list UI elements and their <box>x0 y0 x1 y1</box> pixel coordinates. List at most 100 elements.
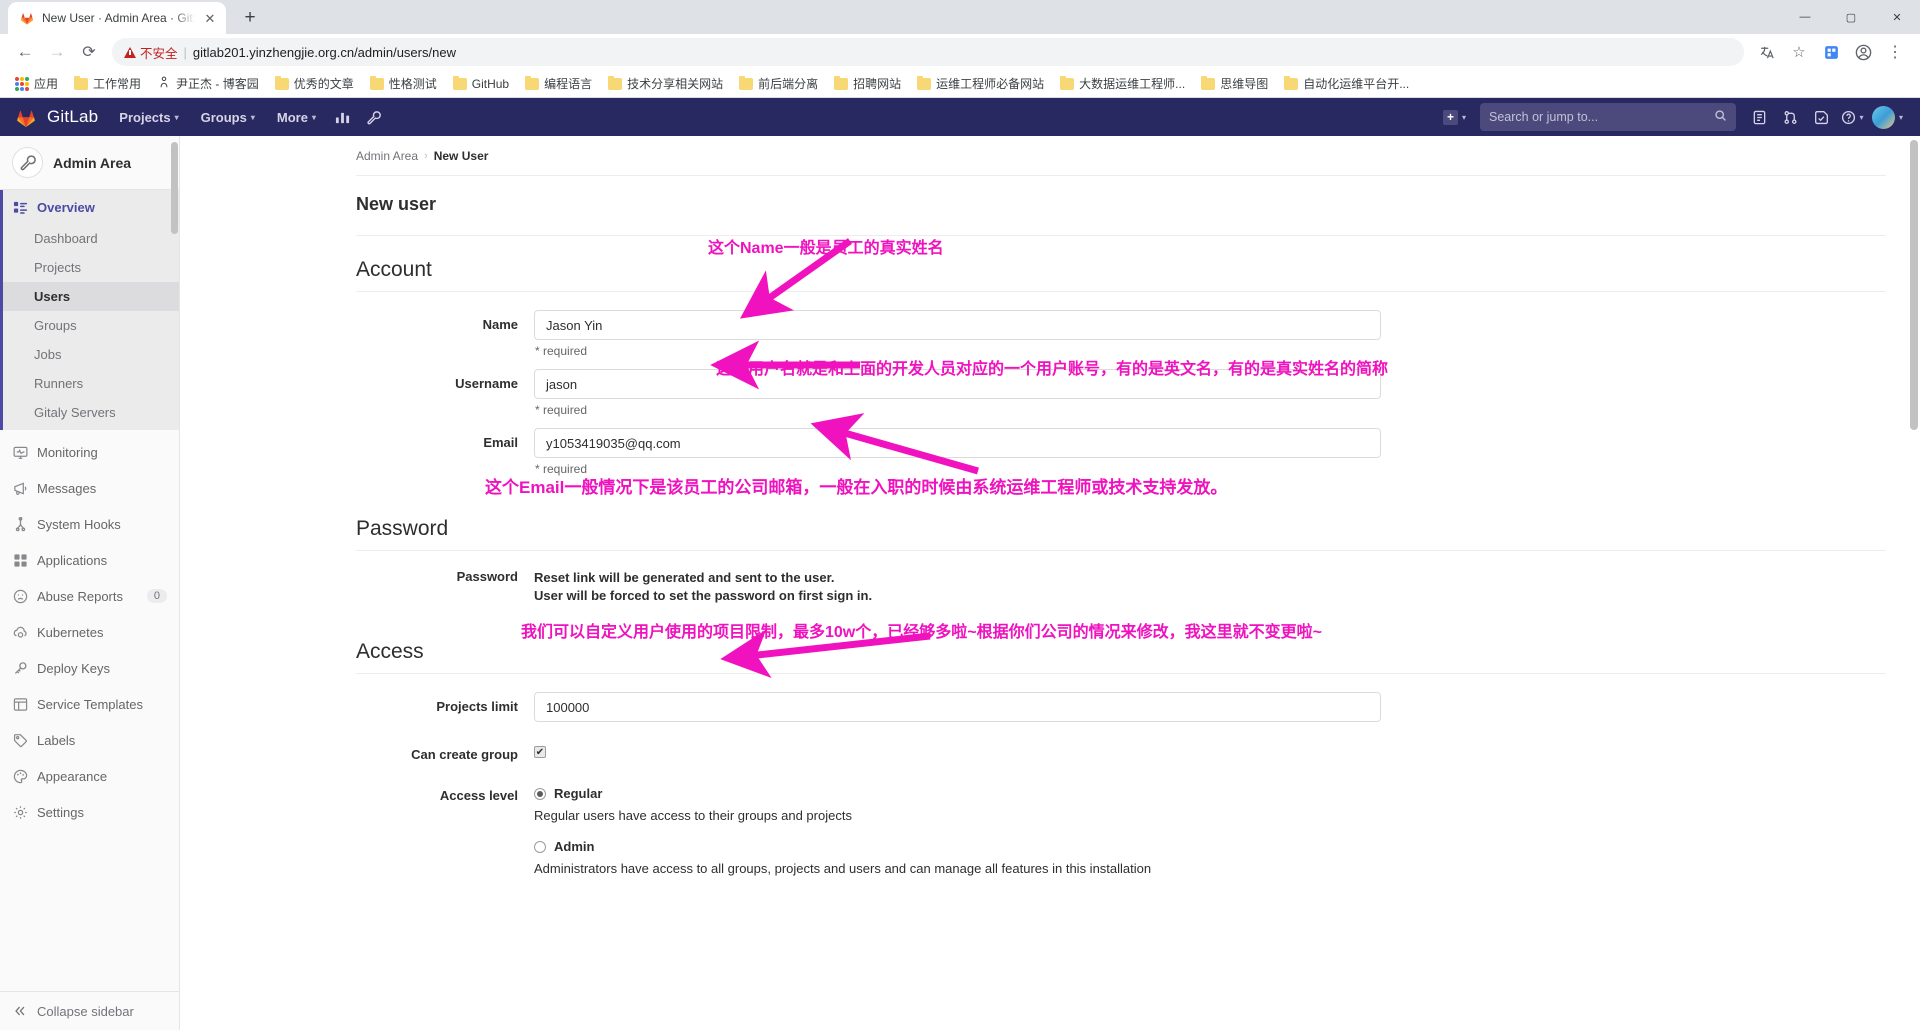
address-bar[interactable]: 不安全 | gitlab201.yinzhengjie.org.cn/admin… <box>112 38 1744 66</box>
collapse-sidebar-button[interactable]: Collapse sidebar <box>0 991 179 1030</box>
email-input[interactable]: y1053419035@qq.com <box>534 428 1381 458</box>
chevron-double-left-icon <box>12 1003 28 1019</box>
radio-admin-icon[interactable] <box>534 840 546 853</box>
close-icon[interactable]: ✕ <box>202 10 218 26</box>
sidebar-item-runners[interactable]: Runners <box>3 369 179 398</box>
sidebar-item-abuse-reports-label: Abuse Reports <box>37 588 123 604</box>
bookmark-item[interactable]: 大数据运维工程师... <box>1053 72 1192 95</box>
access-level-option-admin[interactable]: Admin <box>534 837 1381 854</box>
email-required-hint: * required <box>535 462 588 476</box>
nav-projects[interactable]: Projects ▾ <box>108 98 189 136</box>
chevron-down-icon: ▾ <box>1859 112 1864 122</box>
wrench-icon[interactable] <box>358 98 389 136</box>
sidebar-item-messages[interactable]: Messages <box>0 470 179 506</box>
field-row-password: Password Reset link will be generated an… <box>356 569 1886 604</box>
username-field-wrap: jason * required <box>534 369 1381 417</box>
apps-grid-icon <box>15 76 29 91</box>
radio-regular-icon[interactable] <box>534 787 546 800</box>
minimize-icon[interactable]: — <box>1782 0 1828 34</box>
sidebar-item-settings[interactable]: Settings <box>0 794 179 830</box>
gear-icon <box>12 804 28 820</box>
bookmark-label: 前后端分离 <box>758 77 819 91</box>
sidebar-item-dashboard[interactable]: Dashboard <box>3 224 179 253</box>
sidebar-item-groups[interactable]: Groups <box>3 311 179 340</box>
bookmark-label: 自动化运维平台开... <box>1303 77 1410 91</box>
bookmark-item[interactable]: 优秀的文章 <box>268 72 361 95</box>
forward-icon[interactable]: → <box>42 37 72 67</box>
bookmark-item[interactable]: 工作常用 <box>67 72 148 95</box>
maximize-icon[interactable]: ▢ <box>1828 0 1874 34</box>
sidebar-item-overview-label: Overview <box>37 199 95 215</box>
security-status[interactable]: 不安全 <box>124 43 178 62</box>
sidebar-header[interactable]: Admin Area <box>0 136 179 190</box>
issues-icon[interactable] <box>1744 98 1775 136</box>
bookmark-item[interactable]: 技术分享相关网站 <box>601 72 730 95</box>
sidebar-item-gitaly-servers[interactable]: Gitaly Servers <box>3 398 179 430</box>
nav-more[interactable]: More ▾ <box>266 98 327 136</box>
sidebar-item-service-templates[interactable]: Service Templates <box>0 686 179 722</box>
sidebar-item-appearance[interactable]: Appearance <box>0 758 179 794</box>
sidebar-item-system-hooks[interactable]: System Hooks <box>0 506 179 542</box>
bookmark-item[interactable]: 性格测试 <box>363 72 444 95</box>
sidebar-scrollbar[interactable] <box>171 142 178 234</box>
reload-icon[interactable]: ⟳ <box>74 37 104 67</box>
sidebar-item-kubernetes[interactable]: Kubernetes <box>0 614 179 650</box>
username-label: Username <box>455 376 518 391</box>
profile-icon[interactable] <box>1848 37 1878 67</box>
page-title: New user <box>356 176 1886 236</box>
nav-projects-label: Projects <box>119 109 171 125</box>
sidebar-item-jobs[interactable]: Jobs <box>3 340 179 369</box>
sidebar-item-abuse-reports[interactable]: Abuse Reports 0 <box>0 578 179 614</box>
browser-menu-icon[interactable]: ⋮ <box>1880 37 1910 67</box>
bookmark-item[interactable]: 招聘网站 <box>827 72 908 95</box>
access-level-label: Access level <box>439 788 518 804</box>
username-input[interactable]: jason <box>534 369 1381 399</box>
browser-toolbar: ← → ⟳ 不安全 | gitlab201.yinzhengjie.org.cn… <box>0 34 1920 70</box>
bookmark-star-icon[interactable]: ☆ <box>1784 37 1814 67</box>
bookmark-item[interactable]: 编程语言 <box>518 72 599 95</box>
sidebar-item-users[interactable]: Users <box>3 282 179 311</box>
sidebar-item-monitoring[interactable]: Monitoring <box>0 434 179 470</box>
gitlab-home-link[interactable]: GitLab <box>8 106 108 129</box>
sidebar-title: Admin Area <box>53 154 132 171</box>
name-input[interactable]: Jason Yin <box>534 310 1381 340</box>
email-field-wrap: y1053419035@qq.com * required <box>534 428 1381 476</box>
extensions-icon[interactable] <box>1816 37 1846 67</box>
access-level-option-regular[interactable]: Regular <box>534 784 1381 801</box>
bookmark-item[interactable]: 尹正杰 - 博客园 <box>150 72 266 95</box>
main-scrollbar[interactable] <box>1910 140 1918 430</box>
can-create-group-checkbox[interactable]: ✔ <box>534 746 546 759</box>
bookmark-item[interactable]: 思维导图 <box>1194 72 1275 95</box>
todos-icon[interactable] <box>1806 98 1837 136</box>
help-icon[interactable]: ▾ <box>1837 98 1868 136</box>
password-info-line-1: Reset link will be generated and sent to… <box>534 570 835 585</box>
breadcrumb-root[interactable]: Admin Area <box>356 149 418 163</box>
new-item-button[interactable]: + ▾ <box>1437 109 1472 125</box>
user-menu[interactable]: ▾ <box>1868 98 1909 136</box>
page-body: Admin Area Overview Dashboard Projects U <box>0 136 1920 1030</box>
search-input[interactable]: Search or jump to... <box>1479 103 1736 131</box>
new-tab-button[interactable]: + <box>236 4 264 32</box>
bookmark-item[interactable]: 应用 <box>8 72 65 95</box>
password-info-line-2: User will be forced to set the password … <box>534 587 873 603</box>
back-icon[interactable]: ← <box>10 37 40 67</box>
bookmark-item[interactable]: 前后端分离 <box>732 72 825 95</box>
sidebar-item-applications[interactable]: Applications <box>0 542 179 578</box>
bookmark-item[interactable]: GitHub <box>446 74 516 94</box>
bookmark-item[interactable]: 自动化运维平台开... <box>1277 72 1416 95</box>
sidebar-item-labels-label: Labels <box>37 732 76 748</box>
bookmark-item[interactable]: 运维工程师必备网站 <box>910 72 1051 95</box>
sidebar-item-labels[interactable]: Labels <box>0 722 179 758</box>
projects-limit-input[interactable]: 100000 <box>534 692 1381 723</box>
translate-icon[interactable] <box>1752 37 1782 67</box>
window-close-icon[interactable]: ✕ <box>1874 0 1920 34</box>
sidebar-item-overview[interactable]: Overview <box>3 190 179 224</box>
merge-requests-icon[interactable] <box>1775 98 1806 136</box>
folder-icon <box>1201 75 1216 90</box>
browser-tab[interactable]: New User · Admin Area · GitLa ✕ <box>8 2 226 34</box>
hook-icon <box>12 516 28 532</box>
sidebar-item-deploy-keys[interactable]: Deploy Keys <box>0 650 179 686</box>
analytics-icon[interactable] <box>327 98 358 136</box>
sidebar-item-projects[interactable]: Projects <box>3 253 179 282</box>
nav-groups[interactable]: Groups ▾ <box>190 98 266 136</box>
